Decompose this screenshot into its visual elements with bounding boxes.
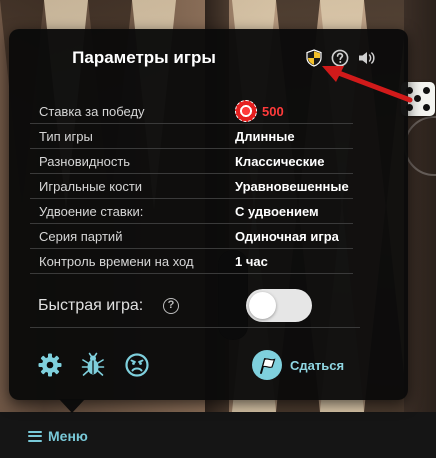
menu-label: Меню <box>48 428 88 444</box>
row-label: Серия партий <box>39 228 123 244</box>
settings-row: Контроль времени на ход 1 час <box>30 249 353 274</box>
gear-icon[interactable] <box>37 352 63 378</box>
row-label: Удвоение ставки: <box>39 203 144 219</box>
quick-game-label: Быстрая игра: <box>38 297 144 314</box>
toggle-knob <box>249 292 276 319</box>
surrender-flag-icon <box>252 350 282 380</box>
dialog-pointer <box>59 399 85 413</box>
dialog-title: Параметры игры <box>72 48 216 67</box>
settings-row: Ставка за победу 500 <box>30 99 353 124</box>
settings-list: Ставка за победу 500 Тип игры Длинные Ра… <box>30 99 353 274</box>
row-value: Уравновешенные <box>235 178 349 194</box>
settings-row: Разновидность Классические <box>30 149 353 174</box>
bug-icon[interactable] <box>80 352 106 378</box>
menu-button[interactable]: Меню <box>28 425 88 447</box>
row-value: Одиночная игра <box>235 228 339 244</box>
row-label: Тип игры <box>39 128 93 144</box>
surrender-button[interactable]: Сдаться <box>252 349 344 381</box>
hamburger-icon <box>28 430 42 442</box>
row-value: Длинные <box>235 128 295 144</box>
settings-row: Серия партий Одиночная игра <box>30 224 353 249</box>
quick-game-toggle[interactable] <box>246 289 312 322</box>
row-value: Классические <box>235 153 325 169</box>
sad-face-icon[interactable] <box>124 352 150 378</box>
settings-row: Удвоение ставки: С удвоением <box>30 199 353 224</box>
annotation-arrow-icon <box>322 66 413 103</box>
divider <box>30 327 360 328</box>
row-label: Ставка за победу <box>39 103 145 119</box>
stake-value: 500 <box>262 103 284 119</box>
row-value: С удвоением <box>235 203 319 219</box>
row-label: Игральные кости <box>39 178 143 194</box>
row-value: 1 час <box>235 253 268 269</box>
row-label: Разновидность <box>39 153 131 169</box>
surrender-label: Сдаться <box>290 357 345 373</box>
settings-row: Игральные кости Уравновешенные <box>30 174 353 199</box>
settings-row: Тип игры Длинные <box>30 124 353 149</box>
chip-icon <box>235 100 257 122</box>
row-label: Контроль времени на ход <box>39 253 194 269</box>
help-icon[interactable]: ? <box>163 298 179 314</box>
